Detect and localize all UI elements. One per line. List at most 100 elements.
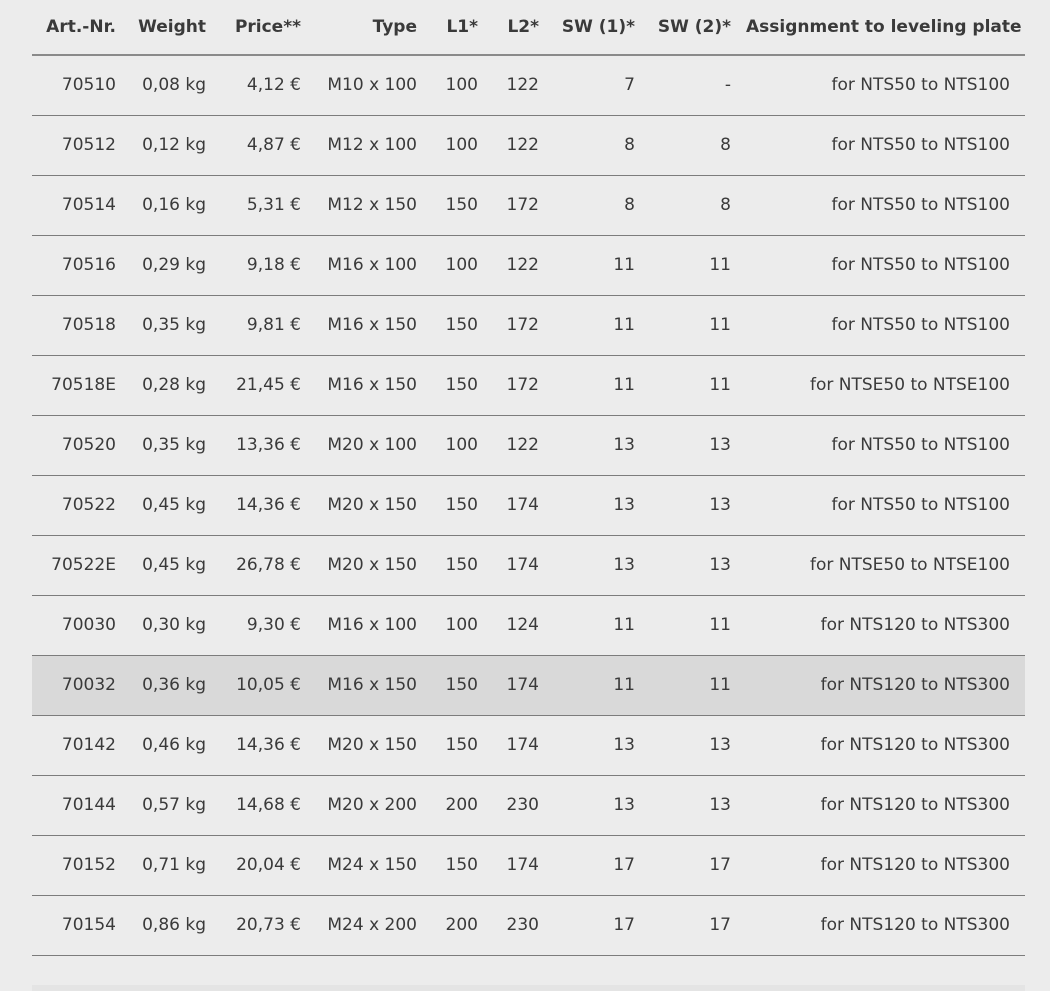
cell-l1: 100 (432, 115, 493, 176)
cell-price: 13,36 € (221, 415, 316, 476)
cell-assignment: for NTS120 to NTS300 (746, 655, 1025, 716)
cell-sw2: 11 (650, 655, 746, 716)
cell-art-nr: 70142 (32, 715, 131, 776)
cell-art-nr: 70518E (32, 355, 131, 416)
cell-assignment: for NTS50 to NTS100 (746, 115, 1025, 176)
cell-sw1: 11 (554, 235, 650, 296)
cell-assignment: for NTS120 to NTS300 (746, 595, 1025, 656)
header-price: Price** (221, 0, 316, 56)
table-row: 70520 0,35 kg 13,36 € M20 x 100 100 122 13 13 fo… (32, 415, 1025, 476)
cell-l2: 124 (493, 595, 554, 656)
cell-art-nr: 70522 (32, 475, 131, 536)
header-l1: L1* (432, 0, 493, 56)
cell-sw2: 13 (650, 475, 746, 536)
cell-sw1: 11 (554, 355, 650, 416)
cell-weight: 0,45 kg (131, 535, 221, 596)
cell-sw2: - (650, 55, 746, 116)
cell-sw2: 11 (650, 355, 746, 416)
cell-l1: 150 (432, 355, 493, 416)
cell-l1: 100 (432, 55, 493, 116)
cell-weight: 0,35 kg (131, 415, 221, 476)
header-sw1: SW (1)* (554, 0, 650, 56)
cell-type: M16 x 100 (316, 235, 432, 296)
table-body: 70510 0,08 kg 4,12 € M10 x 100 100 122 7- for N… (32, 55, 1025, 956)
cell-price: 20,73 € (221, 895, 316, 956)
header-l2: L2* (493, 0, 554, 56)
table-header-row: Art.-Nr. Weight Price** Type L1* L2* SW (1)* SW… (32, 0, 1025, 56)
cell-l2: 174 (493, 655, 554, 716)
cell-weight: 0,36 kg (131, 655, 221, 716)
table-row: 70142 0,46 kg 14,36 € M20 x 150 150 174 13 13 fo… (32, 715, 1025, 776)
cell-sw2: 8 (650, 175, 746, 236)
cell-assignment: for NTS120 to NTS300 (746, 715, 1025, 776)
cell-l1: 150 (432, 535, 493, 596)
cell-sw2: 13 (650, 715, 746, 776)
cell-type: M24 x 200 (316, 895, 432, 956)
cell-l1: 200 (432, 775, 493, 836)
header-weight: Weight (131, 0, 221, 56)
cell-type: M24 x 150 (316, 835, 432, 896)
cell-price: 21,45 € (221, 355, 316, 416)
cell-sw1: 11 (554, 295, 650, 356)
cell-art-nr: 70520 (32, 415, 131, 476)
cell-type: M12 x 150 (316, 175, 432, 236)
cell-sw2: 11 (650, 295, 746, 356)
table-row: 70518E 0,28 kg 21,45 € M16 x 150 150 172 11 11 f… (32, 355, 1025, 416)
cell-sw2: 13 (650, 535, 746, 596)
cell-assignment: for NTSE50 to NTSE100 (746, 355, 1025, 416)
cell-sw1: 17 (554, 895, 650, 956)
cell-price: 4,12 € (221, 55, 316, 116)
cell-sw2: 11 (650, 595, 746, 656)
table-row: 70514 0,16 kg 5,31 € M12 x 150 150 172 8 8 for N… (32, 175, 1025, 236)
table-row: 70522 0,45 kg 14,36 € M20 x 150 150 174 13 13 fo… (32, 475, 1025, 536)
cell-price: 14,36 € (221, 475, 316, 536)
cell-l2: 172 (493, 295, 554, 356)
cell-l1: 100 (432, 235, 493, 296)
cell-type: M20 x 200 (316, 775, 432, 836)
cell-l1: 150 (432, 655, 493, 716)
cell-weight: 0,86 kg (131, 895, 221, 956)
cell-art-nr: 70154 (32, 895, 131, 956)
cell-price: 14,68 € (221, 775, 316, 836)
cell-weight: 0,12 kg (131, 115, 221, 176)
cell-assignment: for NTS50 to NTS100 (746, 295, 1025, 356)
cell-art-nr: 70152 (32, 835, 131, 896)
product-table: Art.-Nr. Weight Price** Type L1* L2* SW (1)* SW… (32, 0, 1025, 956)
table-row: 70510 0,08 kg 4,12 € M10 x 100 100 122 7- for N… (32, 55, 1025, 116)
cell-l2: 122 (493, 55, 554, 116)
cell-price: 10,05 € (221, 655, 316, 716)
cell-sw2: 8 (650, 115, 746, 176)
cell-sw1: 7 (554, 55, 650, 116)
cell-sw1: 13 (554, 715, 650, 776)
cell-sw1: 11 (554, 595, 650, 656)
table-bottom-edge (32, 985, 1025, 991)
cell-l2: 122 (493, 115, 554, 176)
cell-art-nr: 70516 (32, 235, 131, 296)
cell-weight: 0,71 kg (131, 835, 221, 896)
cell-weight: 0,45 kg (131, 475, 221, 536)
cell-assignment: for NTS50 to NTS100 (746, 415, 1025, 476)
cell-sw2: 17 (650, 895, 746, 956)
cell-assignment: for NTS120 to NTS300 (746, 775, 1025, 836)
cell-l2: 174 (493, 715, 554, 776)
table-row: 70032 0,36 kg 10,05 € M16 x 150 150 174 11 11 fo… (32, 655, 1025, 716)
cell-type: M16 x 150 (316, 655, 432, 716)
table-row: 70152 0,71 kg 20,04 € M24 x 150 150 174 17 17 fo… (32, 835, 1025, 896)
cell-l2: 172 (493, 355, 554, 416)
cell-l2: 122 (493, 235, 554, 296)
table-row: 70516 0,29 kg 9,18 € M16 x 100 100 122 11 11 for… (32, 235, 1025, 296)
cell-art-nr: 70522E (32, 535, 131, 596)
cell-type: M16 x 150 (316, 355, 432, 416)
table-row: 70030 0,30 kg 9,30 € M16 x 100 100 124 11 11 for… (32, 595, 1025, 656)
cell-type: M16 x 150 (316, 295, 432, 356)
cell-l2: 122 (493, 415, 554, 476)
cell-sw1: 8 (554, 115, 650, 176)
cell-type: M20 x 100 (316, 415, 432, 476)
cell-l2: 174 (493, 835, 554, 896)
cell-sw2: 13 (650, 775, 746, 836)
cell-assignment: for NTS50 to NTS100 (746, 475, 1025, 536)
cell-art-nr: 70144 (32, 775, 131, 836)
table-row: 70522E 0,45 kg 26,78 € M20 x 150 150 174 13 13 f… (32, 535, 1025, 596)
cell-weight: 0,30 kg (131, 595, 221, 656)
cell-l1: 200 (432, 895, 493, 956)
